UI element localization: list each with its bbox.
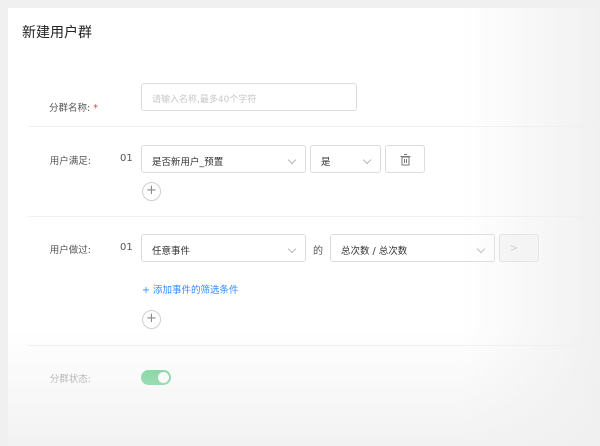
divider: [28, 126, 600, 127]
segment-status-label: 分群状态:: [49, 374, 91, 385]
operator-select-value: 是: [321, 157, 331, 168]
property-select-value: 是否新用户_预置: [152, 157, 224, 168]
condition-index: 01: [120, 153, 133, 164]
segment-name-input[interactable]: 请输入名称,最多40个字符: [141, 83, 357, 111]
add-condition-button[interactable]: +: [142, 182, 161, 201]
toggle-knob: [158, 372, 169, 383]
more-options-select[interactable]: >: [499, 234, 539, 262]
event-select-value: 任意事件: [152, 246, 191, 257]
operator-select[interactable]: 是: [310, 145, 381, 173]
chevron-down-icon: [287, 244, 297, 254]
create-segment-panel: 新建用户群 分群名称: * 请输入名称,最多40个字符 用户满足: 01 是否新用…: [8, 8, 600, 446]
plus-icon: +: [146, 311, 157, 326]
more-options-value: >: [510, 243, 518, 254]
user-did-label: 用户做过:: [49, 245, 91, 256]
segment-name-placeholder: 请输入名称,最多40个字符: [152, 95, 257, 105]
segment-name-label: 分群名称: *: [8, 100, 98, 114]
trash-icon: [400, 154, 411, 166]
plus-icon: +: [146, 183, 157, 198]
add-event-button[interactable]: +: [142, 310, 161, 329]
property-select[interactable]: 是否新用户_预置: [141, 145, 306, 173]
connector-text: 的: [313, 246, 323, 257]
required-mark: *: [93, 103, 98, 114]
segment-status-toggle[interactable]: [141, 370, 171, 385]
chevron-down-icon: [476, 244, 486, 254]
divider: [28, 216, 600, 217]
event-index: 01: [120, 242, 133, 253]
event-select[interactable]: 任意事件: [141, 234, 306, 262]
metric-select-value: 总次数 / 总次数: [341, 246, 408, 257]
divider: [28, 345, 600, 346]
add-event-filter-link[interactable]: + 添加事件的筛选条件: [142, 282, 238, 296]
user-condition-label: 用户满足:: [49, 156, 91, 167]
chevron-down-icon: [362, 155, 372, 165]
chevron-down-icon: [287, 155, 297, 165]
segment-name-label-text: 分群名称:: [49, 103, 91, 114]
delete-condition-button[interactable]: [385, 145, 425, 173]
metric-select[interactable]: 总次数 / 总次数: [330, 234, 495, 262]
page-title: 新建用户群: [22, 25, 92, 41]
